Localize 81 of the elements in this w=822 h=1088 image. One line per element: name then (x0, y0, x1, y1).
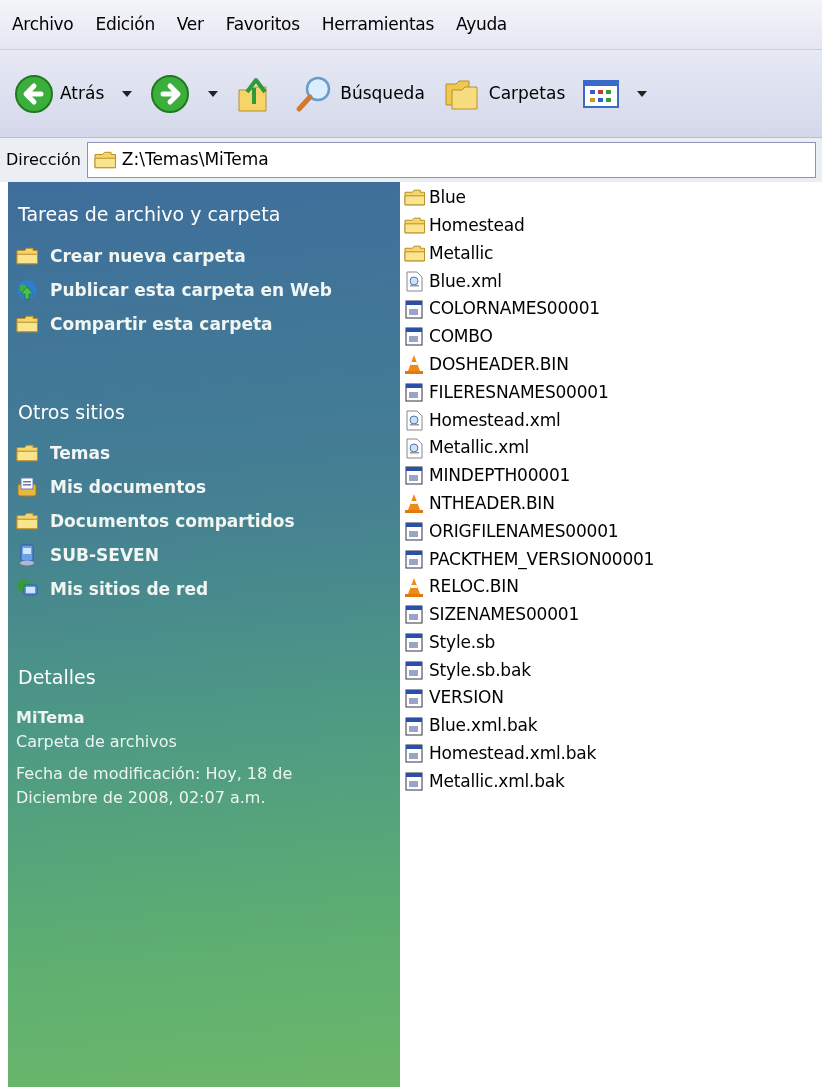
folder-icon (404, 215, 425, 237)
file-name[interactable]: RELOC.BIN (429, 574, 519, 600)
dropdown-button[interactable] (635, 88, 650, 99)
folder-icon (93, 149, 116, 171)
file-name[interactable]: DOSHEADER.BIN (429, 351, 569, 378)
window-file-icon (404, 687, 425, 709)
folder-icon (404, 187, 425, 209)
file-name[interactable]: Homestead (429, 212, 525, 239)
file-name[interactable]: Metallic.xml.bak (429, 768, 565, 795)
task-link[interactable]: Mis documentos (50, 474, 207, 501)
section-heading: Otros sitios (18, 399, 126, 425)
dropdown-button[interactable] (120, 88, 135, 99)
back-button[interactable]: Atrás (12, 71, 107, 116)
folder-icon (404, 243, 425, 264)
folder-icon (16, 442, 38, 464)
file-name[interactable]: PACKTHEM_VERSION00001 (429, 546, 655, 572)
traffic-cone-icon (404, 576, 425, 598)
file-name[interactable]: Blue.xml.bak (429, 713, 538, 739)
task-link[interactable]: Documentos compartidos (50, 508, 295, 535)
xml-file-icon (404, 409, 425, 431)
window-file-icon (404, 604, 425, 626)
task-link[interactable]: Crear nueva carpeta (50, 242, 246, 270)
window-file-icon (404, 465, 425, 487)
globe-icon (16, 278, 38, 301)
section-heading: Tareas de archivo y carpeta (18, 202, 282, 227)
file-name[interactable]: NTHEADER.BIN (429, 490, 555, 517)
task-link[interactable]: SUB-SEVEN (50, 542, 159, 569)
section-heading: Detalles (18, 665, 97, 690)
search-button[interactable]: Búsqueda (292, 71, 427, 116)
window-file-icon (404, 771, 425, 793)
file-name[interactable]: Style.sb (429, 629, 496, 656)
task-link[interactable]: Publicar esta carpeta en Web (50, 276, 332, 304)
traffic-cone-icon (404, 493, 425, 515)
file-name[interactable]: COMBO (429, 324, 493, 350)
window-file-icon (404, 659, 425, 681)
file-name[interactable]: MINDEPTH00001 (429, 463, 571, 489)
file-name[interactable]: Metallic.xml (429, 435, 530, 461)
window-file-icon (404, 715, 425, 737)
traffic-cone-icon (404, 354, 425, 376)
window-file-icon (404, 381, 425, 403)
file-name[interactable]: SIZENAMES00001 (429, 602, 580, 628)
window-file-icon (404, 520, 425, 542)
menu-item[interactable]: Edición (95, 11, 155, 38)
dropdown-caret-icon (122, 90, 133, 97)
folder-type: Carpeta de archivos (16, 730, 178, 753)
dropdown-caret-icon (637, 90, 648, 97)
file-name[interactable]: FILERESNAMES00001 (429, 379, 609, 406)
address-label: Dirección (6, 149, 81, 171)
menu-item[interactable]: Favoritos (225, 11, 300, 38)
menu-item[interactable]: Herramientas (321, 11, 434, 38)
window-file-icon (404, 326, 425, 348)
window-file-icon (404, 632, 425, 654)
file-name[interactable]: Blue.xml (429, 268, 502, 295)
window-file-icon (404, 548, 425, 570)
window-file-icon (404, 743, 425, 765)
file-name[interactable]: Style.sb.bak (429, 657, 531, 684)
dropdown-caret-icon (208, 90, 219, 97)
folders-button[interactable]: Carpetas (440, 71, 568, 116)
folder-name: MiTema (16, 706, 86, 729)
file-name[interactable]: Metallic (429, 240, 494, 267)
task-link[interactable]: Compartir esta carpeta (50, 310, 273, 338)
folder-icon (16, 510, 38, 532)
menu-item[interactable]: Archivo (12, 11, 74, 38)
file-name[interactable]: ORIGFILENAMES00001 (429, 518, 619, 545)
xml-file-icon (404, 270, 425, 292)
view-grid-icon (583, 78, 620, 109)
window-file-icon (404, 298, 425, 320)
xml-file-icon (404, 437, 425, 459)
file-name[interactable]: VERSION (429, 685, 504, 711)
file-name[interactable]: Homestead.xml.bak (429, 741, 597, 767)
task-link[interactable]: Temas (50, 440, 111, 467)
file-name[interactable]: COLORNAMES00001 (429, 296, 600, 322)
menu-item[interactable]: Ver (176, 11, 204, 38)
address-field[interactable]: Z:\Temas\MiTema (86, 142, 816, 178)
dropdown-button[interactable] (206, 88, 221, 99)
file-name[interactable]: Homestead.xml (429, 407, 561, 433)
menu-item[interactable]: Ayuda (455, 11, 507, 38)
documents-icon (16, 476, 38, 498)
task-link[interactable]: Mis sitios de red (50, 576, 209, 603)
modified-date: Fecha de modificación: Hoy, 18 de Diciembre de 2008, 02:07 a.m. (16, 762, 294, 809)
file-name[interactable]: Blue (429, 185, 466, 211)
